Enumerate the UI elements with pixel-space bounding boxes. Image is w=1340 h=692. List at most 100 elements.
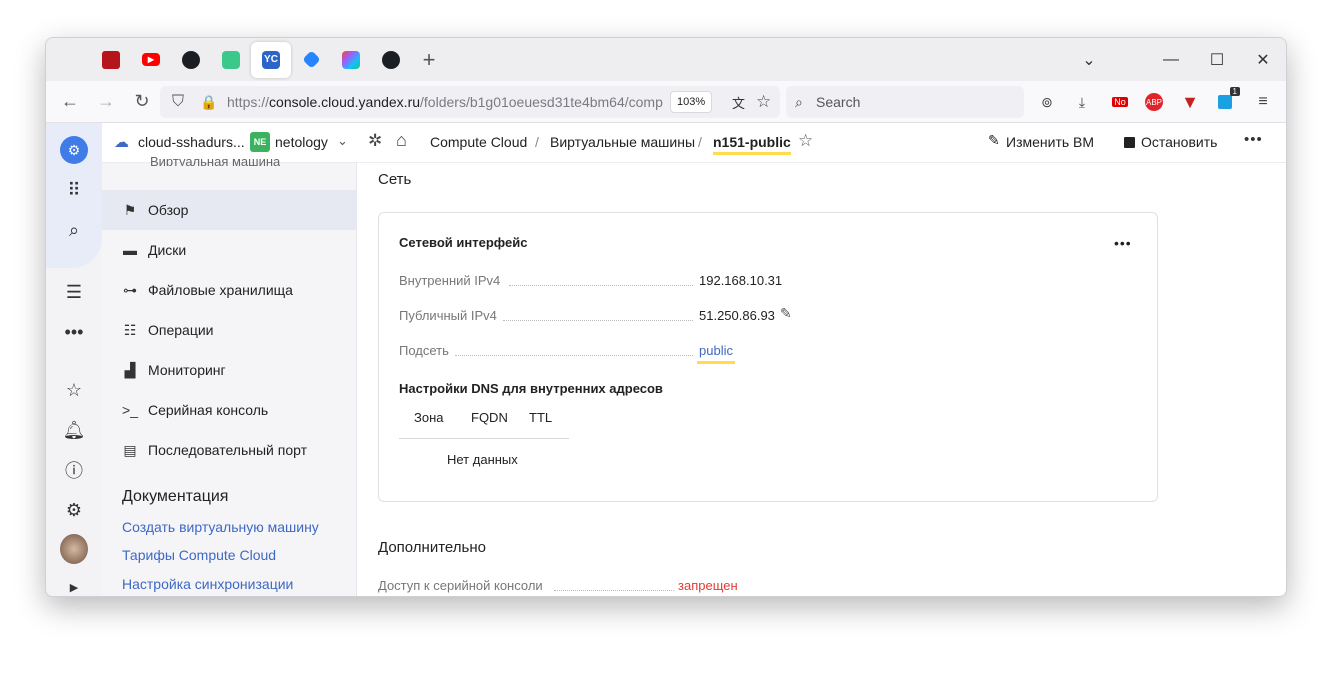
cloud-icon: ☁ — [114, 134, 129, 151]
tab-github-2[interactable] — [371, 42, 411, 78]
resources-icon[interactable]: ☰ — [60, 278, 88, 306]
more-actions-icon[interactable]: ••• — [1244, 131, 1263, 148]
network-section-title: Сеть — [378, 171, 412, 188]
back-button[interactable]: ← — [52, 86, 88, 118]
docs-link-create-vm[interactable]: Создать виртуальную машину — [122, 519, 319, 535]
translate-icon[interactable]: 文 — [732, 93, 745, 112]
reload-button[interactable]: ↻ — [124, 86, 160, 118]
stop-button[interactable]: Остановить — [1141, 134, 1217, 150]
cloud-selector[interactable]: cloud-sshadurs... — [138, 134, 245, 150]
vm-side-menu: Виртуальная машина ⚑ Обзор ▬ Диски ⊶ Файлов… — [102, 154, 357, 596]
tab-ai-app[interactable] — [211, 42, 251, 78]
more-icon[interactable]: ••• — [60, 318, 88, 346]
menu-item-file-storages[interactable]: ⊶ Файловые хранилища — [102, 270, 357, 310]
subnet-link[interactable]: public — [697, 343, 735, 364]
tab-screen-recorder[interactable] — [91, 42, 131, 78]
docs-link-pricing[interactable]: Тарифы Compute Cloud — [122, 547, 276, 563]
adblock-icon[interactable]: ABP — [1143, 91, 1165, 113]
dns-col-zone: Зона — [414, 410, 444, 425]
serial-access-value: запрещен — [678, 578, 738, 593]
minimize-button[interactable]: — — [1148, 38, 1194, 81]
url-bar[interactable]: ⛉ 🔒 https://console.cloud.yandex.ru/fold… — [160, 86, 780, 118]
docs-link-sync[interactable]: Настройка синхронизации — [122, 576, 293, 592]
extension-count-icon[interactable]: 1 — [1214, 87, 1240, 113]
services-grid-icon[interactable]: ⠿ — [60, 176, 88, 204]
jira-icon — [301, 50, 321, 69]
shield-icon[interactable]: ⛉ — [172, 93, 184, 111]
browser-window: ▶ YC + ⌄ — ☐ ✕ ← → ↻ ⛉ 🔒 https://console… — [45, 37, 1287, 597]
url-text[interactable]: https://console.cloud.yandex.ru/folders/… — [227, 94, 667, 110]
dns-col-fqdn: FQDN — [471, 410, 508, 425]
edit-vm-button[interactable]: Изменить ВМ — [1006, 134, 1094, 150]
terminal-icon: >_ — [122, 402, 138, 418]
zoom-level[interactable]: 103% — [670, 91, 713, 113]
stop-square-icon[interactable] — [1124, 137, 1135, 148]
screen-recorder-icon — [102, 50, 120, 69]
close-button[interactable]: ✕ — [1240, 38, 1286, 81]
menu-item-overview[interactable]: ⚑ Обзор — [102, 190, 357, 230]
public-ipv4-value: 51.250.86.93 — [699, 308, 775, 323]
extension-no-icon[interactable]: No — [1109, 91, 1131, 113]
flag-icon: ⚑ — [123, 201, 137, 218]
forward-button[interactable]: → — [88, 86, 124, 118]
hamburger-menu-icon[interactable]: ≡ — [1252, 91, 1274, 113]
menu-item-serial-console[interactable]: >_ Серийная консоль — [102, 390, 357, 430]
github-icon — [182, 50, 200, 69]
dns-table-divider — [399, 438, 569, 439]
home-icon[interactable]: ⌂ — [396, 130, 407, 151]
favorite-star-icon[interactable]: ☆ — [798, 131, 813, 151]
youtube-icon: ▶ — [142, 53, 160, 66]
services-icon[interactable]: ✲ — [368, 131, 382, 151]
tab-yandex-cloud[interactable]: YC — [251, 41, 291, 78]
vivaldi-icon[interactable]: ▼ — [1179, 91, 1201, 113]
new-tab-button[interactable]: + — [411, 42, 447, 78]
breadcrumb-compute-cloud[interactable]: Compute Cloud — [430, 134, 527, 150]
pencil-icon[interactable]: ✎ — [988, 132, 1000, 149]
pocket-icon[interactable]: ⊚ — [1036, 91, 1058, 113]
maximize-button[interactable]: ☐ — [1194, 38, 1240, 81]
breadcrumb-vms[interactable]: Виртуальные машины — [550, 134, 695, 150]
serial-access-label: Доступ к серийной консоли — [378, 578, 543, 593]
menu-item-operations[interactable]: ☷ Операции — [102, 310, 357, 350]
dns-no-data: Нет данных — [447, 452, 518, 467]
menu-item-disks[interactable]: ▬ Диски — [102, 230, 357, 270]
settings-gear-icon[interactable]: ⚙ — [60, 496, 88, 524]
download-icon[interactable]: ⤓ — [1071, 91, 1093, 113]
card-more-icon[interactable]: ••• — [1114, 235, 1132, 251]
avatar[interactable] — [60, 534, 88, 564]
dots-divider — [509, 285, 693, 286]
search-icon[interactable]: ⌕ — [60, 216, 88, 244]
tab-list-icon[interactable]: ⌄ — [1066, 38, 1112, 81]
folder-selector[interactable]: netology — [275, 134, 328, 150]
favorites-star-icon[interactable]: ☆ — [60, 376, 88, 404]
breadcrumb-current-vm: n151-public — [713, 134, 791, 155]
tab-github[interactable] — [171, 42, 211, 78]
edit-pencil-icon[interactable]: ✎ — [780, 305, 792, 322]
help-icon[interactable]: ⓘ — [60, 456, 88, 484]
collapse-arrow-icon[interactable]: ▶ — [60, 573, 88, 596]
dots-divider — [455, 355, 693, 356]
yandex-cloud-icon: YC — [262, 50, 280, 69]
network-interface-card: Сетевой интерфейс ••• Внутренний IPv4 19… — [378, 212, 1158, 502]
search-icon: ⌕ — [795, 93, 803, 110]
list-icon: ☷ — [123, 321, 137, 338]
dots-divider — [554, 590, 674, 591]
dots-divider — [503, 320, 693, 321]
storage-icon: ⊶ — [123, 281, 137, 298]
tab-youtube[interactable]: ▶ — [131, 42, 171, 78]
chevron-down-icon[interactable]: ⌄ — [337, 133, 348, 149]
menu-item-monitoring[interactable]: ▟ Мониторинг — [102, 350, 357, 390]
lock-icon[interactable]: 🔒 — [200, 94, 217, 111]
folder-badge: NE — [250, 132, 270, 152]
chart-icon: ▟ — [124, 361, 136, 378]
search-bar[interactable]: ⌕ Search — [786, 86, 1024, 118]
tab-jira[interactable] — [291, 42, 331, 78]
yandex-cloud-logo-icon[interactable]: ⚙ — [60, 136, 88, 164]
bookmark-star-icon[interactable]: ☆ — [756, 92, 771, 112]
left-rail: ⚙ ⠿ ⌕ ☰ ••• ☆ 🔔︎ ⓘ ⚙ ▶ — [46, 123, 102, 596]
dns-col-ttl: TTL — [529, 410, 553, 425]
bell-icon[interactable]: 🔔︎ — [60, 416, 88, 444]
menu-cut-label: Виртуальная машина — [150, 154, 281, 166]
menu-item-serial-port[interactable]: ▤ Последовательный порт — [102, 430, 357, 470]
tab-figma[interactable] — [331, 42, 371, 78]
